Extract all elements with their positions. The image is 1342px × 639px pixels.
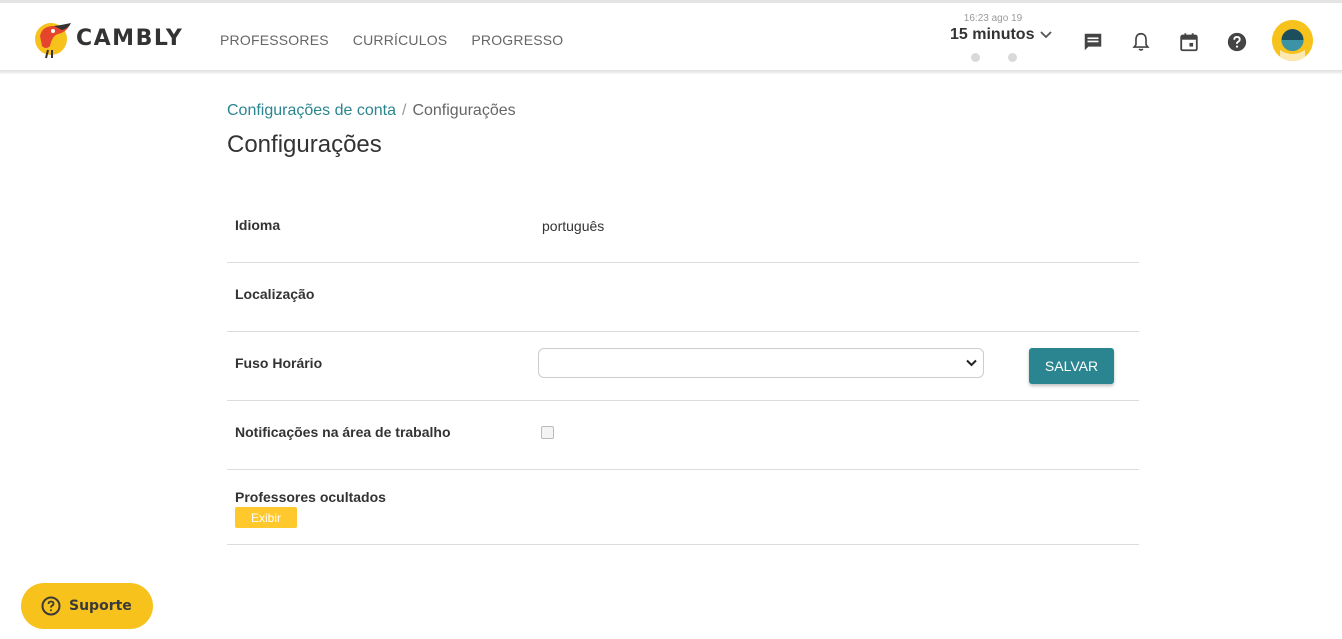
minutes-value: 15 minutos: [950, 26, 1035, 43]
main-nav: PROFESSORES CURRÍCULOS PROGRESSO: [220, 32, 563, 48]
settings-row-location: Localização: [227, 263, 1139, 332]
nav-progresso[interactable]: PROGRESSO: [471, 32, 563, 48]
language-label: Idioma: [235, 217, 281, 233]
breadcrumb-current: Configurações: [412, 102, 516, 119]
settings-row-language: Idioma português: [227, 194, 1139, 263]
header: CAMBLY PROFESSORES CURRÍCULOS PROGRESSO …: [0, 3, 1342, 71]
location-label: Localização: [235, 286, 315, 302]
settings-row-hidden-teachers: Professores ocultados Exibir: [227, 470, 1139, 545]
breadcrumb-parent-link[interactable]: Configurações de conta: [227, 102, 396, 119]
bell-icon[interactable]: [1129, 30, 1153, 54]
settings-row-notifications: Notificações na área de trabalho: [227, 401, 1139, 470]
brand-name: CAMBLY: [76, 25, 184, 51]
avatar[interactable]: [1272, 20, 1313, 61]
nav-professores[interactable]: PROFESSORES: [220, 32, 329, 48]
calendar-icon[interactable]: [1177, 30, 1201, 54]
page-title: Configurações: [227, 131, 382, 158]
hidden-teachers-label: Professores ocultados: [235, 489, 386, 505]
notifications-label: Notificações na área de trabalho: [235, 424, 451, 440]
timezone-label: Fuso Horário: [235, 355, 323, 371]
logo[interactable]: CAMBLY: [34, 16, 183, 60]
minutes-dropdown[interactable]: 16:23 ago 19 15 minutos: [950, 13, 1058, 44]
chevron-down-icon: [966, 359, 977, 367]
show-hidden-teachers-button[interactable]: Exibir: [235, 507, 297, 528]
chat-icon[interactable]: [1081, 30, 1105, 54]
timezone-select[interactable]: [538, 348, 984, 378]
settings-row-timezone: Fuso Horário SALVAR: [227, 332, 1139, 401]
notifications-checkbox[interactable]: [541, 426, 554, 439]
carousel-dots: [971, 53, 1017, 62]
help-icon[interactable]: [1225, 30, 1249, 54]
breadcrumb-separator: /: [402, 102, 407, 119]
header-divider: [0, 70, 1342, 74]
support-button[interactable]: Suporte: [21, 583, 153, 629]
support-label: Suporte: [69, 598, 132, 614]
chevron-down-icon: [1040, 31, 1053, 39]
save-button[interactable]: SALVAR: [1029, 348, 1114, 384]
toucan-logo-icon: [35, 23, 71, 59]
help-circle-icon: [41, 596, 61, 616]
nav-curriculos[interactable]: CURRÍCULOS: [353, 32, 448, 48]
minutes-date: 16:23 ago 19: [963, 13, 1023, 24]
breadcrumb: Configurações de conta / Configurações: [227, 102, 516, 120]
language-value: português: [542, 218, 605, 234]
